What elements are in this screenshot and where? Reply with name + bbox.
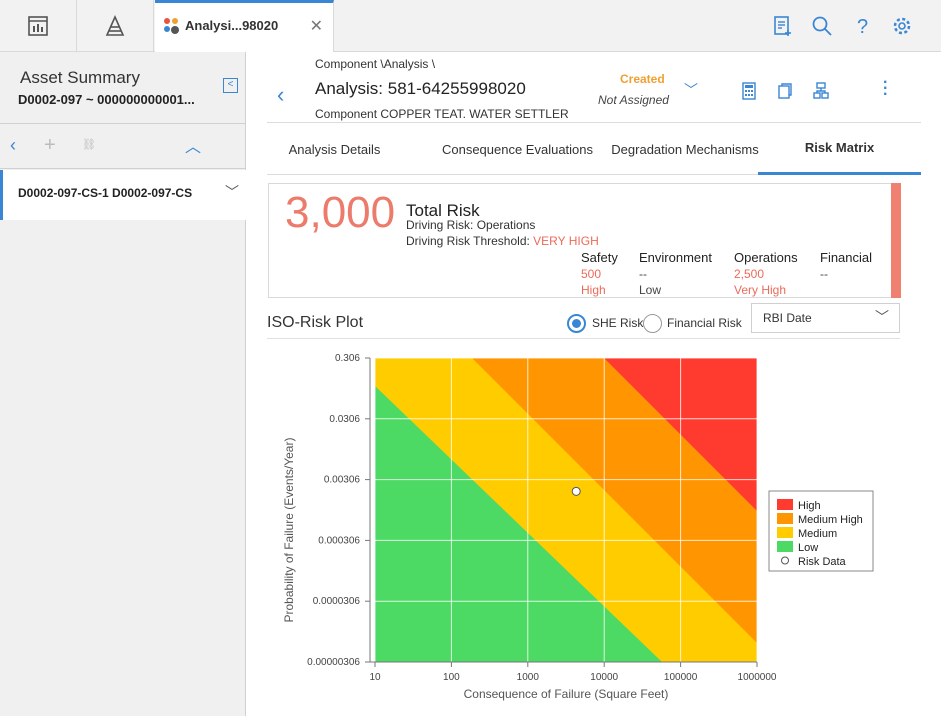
legend-swatch [777,541,793,552]
legend-label: Risk Data [798,556,847,568]
x-tick-label: 1000 [517,672,540,683]
y-tick-label: 0.0000306 [313,596,361,607]
x-tick-label: 1000000 [738,672,777,683]
x-tick-label: 10 [369,672,381,683]
legend-label: Medium [798,528,837,540]
y-tick-label: 0.0306 [329,414,360,425]
x-tick-label: 100 [443,672,460,683]
y-tick-label: 0.00000306 [307,657,360,668]
legend-swatch [777,513,793,524]
y-tick-label: 0.00306 [324,475,361,486]
x-tick-label: 100000 [664,672,698,683]
risk-data-point [571,486,581,496]
y-axis-label: Probability of Failure (Events/Year) [282,438,296,623]
legend-marker [781,556,789,565]
legend-label: Low [798,542,818,554]
legend-swatch [777,499,793,510]
x-axis-label: Consequence of Failure (Square Feet) [464,687,669,701]
legend-label: Medium High [798,514,863,526]
x-tick-label: 10000 [590,672,618,683]
y-tick-label: 0.000306 [318,535,360,546]
legend-label: High [798,500,821,512]
iso-risk-chart: 10 100 1000 10000 100000 1000000 0.306 0.0306 0.… [282,353,874,701]
y-tick-label: 0.306 [335,353,360,364]
legend-swatch [777,527,793,538]
